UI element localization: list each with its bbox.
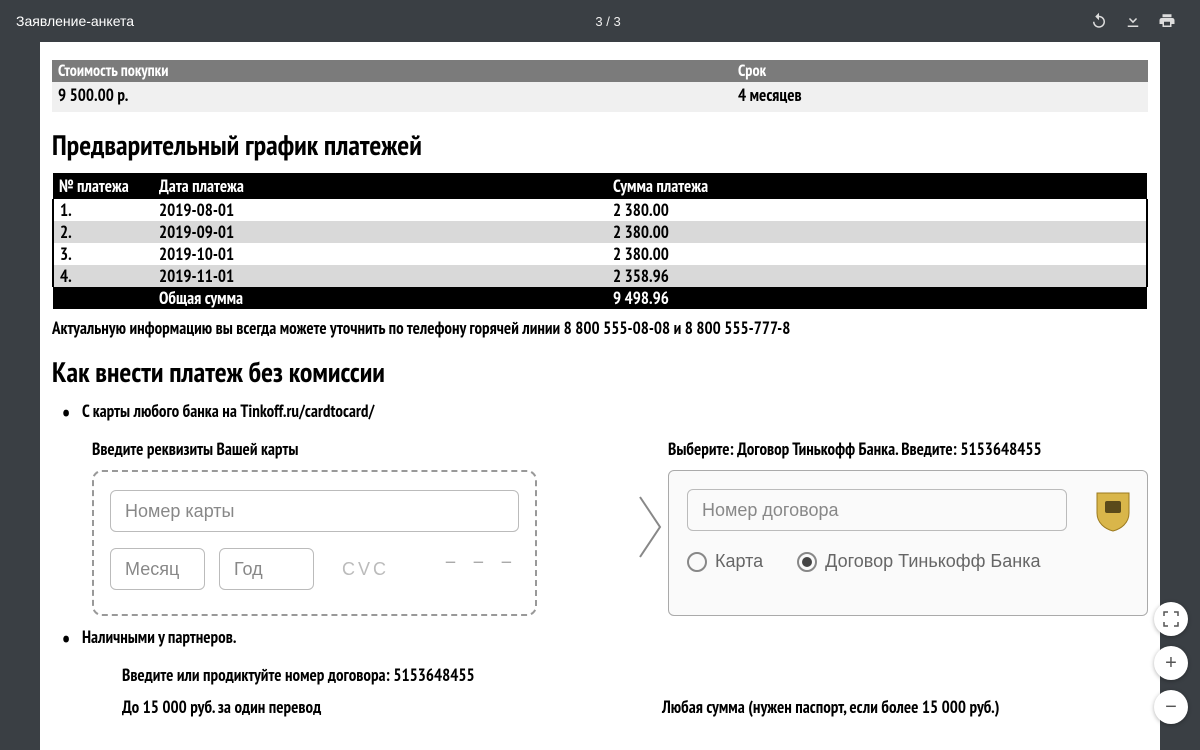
summary-header: Стоимость покупки Срок (52, 60, 1148, 82)
download-icon (1124, 12, 1142, 30)
print-icon (1158, 12, 1176, 30)
rotate-icon (1090, 12, 1108, 30)
contract-form-box: Номер договора Карта (668, 470, 1148, 616)
tinkoff-crest-icon (1093, 489, 1133, 533)
howto-item-cash: Наличными у партнеров. (82, 626, 1148, 648)
radio-option-contract[interactable]: Договор Тинькофф Банка (797, 551, 1040, 572)
table-row: 1. 2019-08-01 2 380.00 (53, 199, 1147, 221)
summary-values: 9 500.00 р. 4 месяцев (52, 82, 1148, 112)
table-row: 2. 2019-09-01 2 380.00 (53, 221, 1147, 243)
table-row: 4. 2019-11-01 2 358.96 (53, 265, 1147, 287)
pdf-toolbar: Заявление-анкета 3 / 3 (0, 0, 1200, 42)
th-num: № платежа (53, 173, 153, 199)
card-month-input[interactable]: Месяц (110, 548, 205, 590)
table-row: 3. 2019-10-01 2 380.00 (53, 243, 1147, 265)
th-date: Дата платежа (153, 173, 607, 199)
card-number-input[interactable]: Номер карты (110, 490, 519, 532)
cash-contract-caption: Введите или продиктуйте номер договора: … (122, 664, 1148, 686)
page-indicator: 3 / 3 (595, 14, 620, 29)
document-viewport[interactable]: Стоимость покупки Срок 9 500.00 р. 4 мес… (0, 42, 1200, 750)
th-sum: Сумма платежа (607, 173, 1147, 199)
contract-form-caption: Выберите: Договор Тинькофф Банка. Введит… (668, 438, 1148, 460)
card-form-box: Номер карты Месяц Год CVC — — — (92, 470, 537, 616)
howto-item-cardtocard: С карты любого банка на Tinkoff.ru/cardt… (82, 400, 1148, 422)
table-header-row: № платежа Дата платежа Сумма платежа (53, 173, 1147, 199)
fit-page-button[interactable] (1154, 602, 1188, 636)
radio-icon (687, 552, 707, 572)
document-title: Заявление-анкета (16, 13, 134, 29)
radio-option-card[interactable]: Карта (687, 551, 763, 572)
schedule-title: Предварительный график платежей (52, 126, 1148, 163)
rotate-button[interactable] (1082, 4, 1116, 38)
document-page: Стоимость покупки Срок 9 500.00 р. 4 мес… (40, 42, 1160, 750)
download-button[interactable] (1116, 4, 1150, 38)
contract-number-input[interactable]: Номер договора (687, 489, 1067, 531)
zoom-in-button[interactable]: + (1154, 646, 1188, 680)
howto-title: Как внести платеж без комиссии (52, 353, 1148, 390)
summary-price-value: 9 500.00 р. (58, 84, 738, 106)
summary-header-term: Срок (738, 61, 766, 81)
zoom-out-button[interactable]: − (1154, 690, 1188, 724)
summary-term-value: 4 месяцев (738, 84, 802, 106)
cvc-mask: — — — (444, 548, 519, 590)
cash-limit-a: До 15 000 руб. за один перевод (122, 696, 662, 718)
card-year-input[interactable]: Год (219, 548, 314, 590)
summary-header-price: Стоимость покупки (58, 61, 738, 81)
card-form-caption: Введите реквизиты Вашей карты (92, 438, 632, 460)
print-button[interactable] (1150, 4, 1184, 38)
fit-icon (1163, 611, 1179, 627)
radio-icon-selected (797, 552, 817, 572)
payment-schedule-table: № платежа Дата платежа Сумма платежа 1. … (52, 173, 1148, 309)
cash-limit-b: Любая сумма (нужен паспорт, если более 1… (662, 696, 999, 718)
arrow-right-icon (632, 438, 668, 616)
hotline-note: Актуальную информацию вы всегда можете у… (52, 317, 1148, 339)
table-total-row: Общая сумма 9 498.96 (53, 287, 1147, 309)
card-cvc-label: CVC (328, 548, 430, 590)
